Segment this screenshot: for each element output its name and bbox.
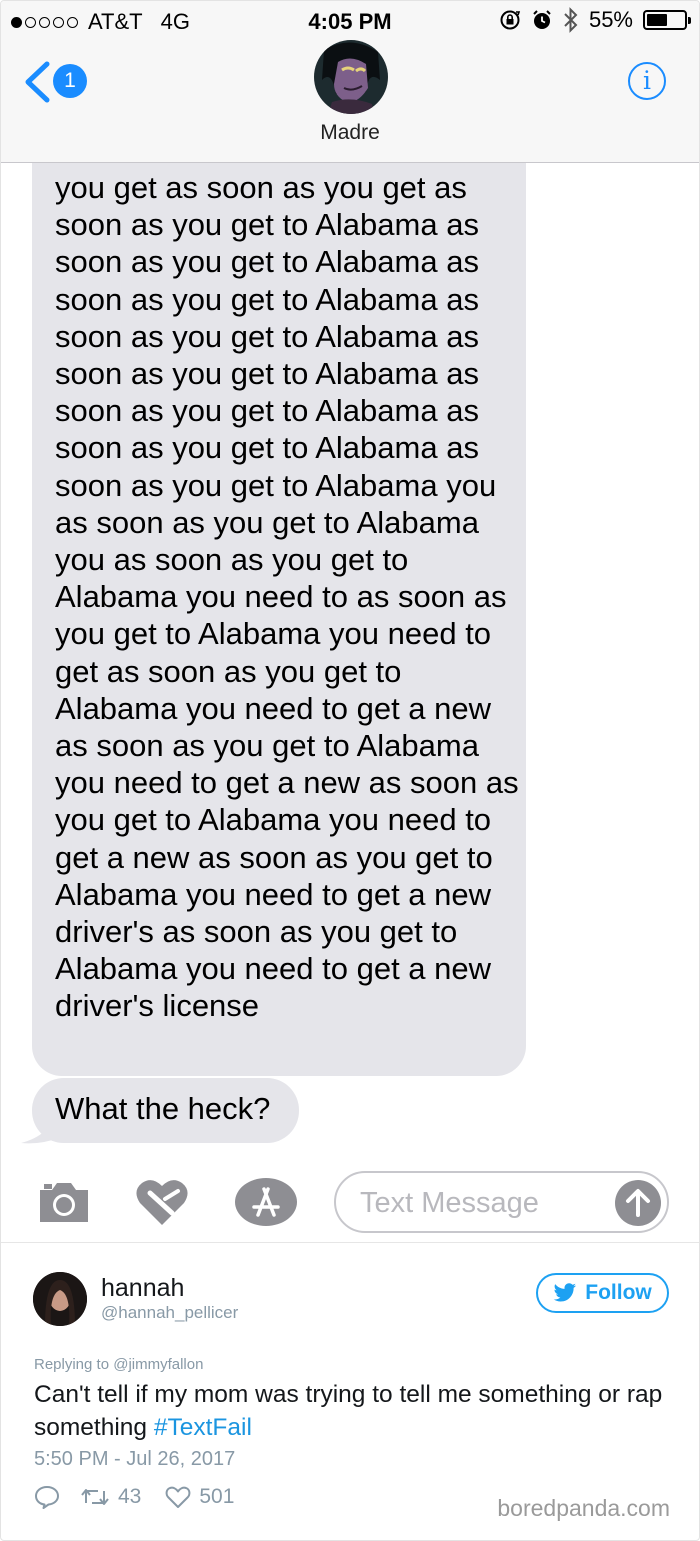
tweet-body: Can't tell if my mom was trying to tell … xyxy=(34,1381,663,1441)
rotation-lock-icon xyxy=(500,10,521,30)
status-bar: AT&T 4G 4:05 PM 55% xyxy=(1,1,699,41)
back-button[interactable]: 1 xyxy=(23,61,89,103)
battery-icon xyxy=(643,10,691,30)
screenshot-frame: AT&T 4G 4:05 PM 55% 1 Madre i you get as… xyxy=(0,0,700,1541)
message-text: you get as soon as you get as soon as yo… xyxy=(55,170,519,1024)
contact-avatar-image xyxy=(314,40,388,114)
text-message-input[interactable] xyxy=(358,1181,592,1225)
hashtag-link[interactable]: #TextFail xyxy=(154,1414,252,1441)
alarm-clock-icon xyxy=(533,10,551,29)
contact-avatar[interactable] xyxy=(314,40,388,114)
divider xyxy=(1,1242,699,1243)
tweet-author-handle[interactable]: @hannah_pellicer xyxy=(101,1303,238,1323)
incoming-message-bubble[interactable]: What the heck? xyxy=(32,1078,299,1143)
tweet-author-avatar[interactable] xyxy=(33,1272,87,1326)
contact-name[interactable]: Madre xyxy=(1,121,699,145)
info-button[interactable]: i xyxy=(628,62,666,100)
battery-percent: 55% xyxy=(588,7,633,32)
follow-label: Follow xyxy=(585,1281,652,1304)
retweet-action[interactable]: 43 xyxy=(80,1485,141,1509)
chevron-left-icon xyxy=(25,61,50,103)
message-text: What the heck? xyxy=(55,1091,271,1126)
status-right: 55% xyxy=(499,7,691,33)
send-button[interactable] xyxy=(615,1180,661,1226)
unread-count-badge: 1 xyxy=(53,64,87,98)
replying-to[interactable]: Replying to @jimmyfallon xyxy=(34,1356,203,1373)
conversation-area[interactable]: you get as soon as you get as soon as yo… xyxy=(1,163,699,1163)
tweet-author-name[interactable]: hannah xyxy=(101,1274,184,1303)
info-icon: i xyxy=(643,66,651,95)
text-message-field[interactable] xyxy=(334,1171,669,1233)
watermark: boredpanda.com xyxy=(497,1495,670,1521)
heart-icon xyxy=(165,1486,191,1508)
digital-touch-icon[interactable] xyxy=(134,1177,190,1227)
like-count: 501 xyxy=(199,1485,235,1508)
messages-header: AT&T 4G 4:05 PM 55% 1 Madre i xyxy=(1,1,699,163)
tweet-actions: 43 501 xyxy=(34,1485,234,1509)
tweet-timestamp[interactable]: 5:50 PM - Jul 26, 2017 xyxy=(34,1448,235,1471)
app-store-icon[interactable] xyxy=(234,1177,298,1227)
reply-icon xyxy=(35,1486,59,1509)
send-arrow-icon xyxy=(626,1189,650,1217)
follow-button[interactable]: Follow xyxy=(536,1273,669,1313)
camera-icon[interactable] xyxy=(36,1180,92,1224)
message-input-bar xyxy=(1,1163,699,1243)
tweet-text: Can't tell if my mom was trying to tell … xyxy=(34,1378,684,1444)
reply-action[interactable] xyxy=(34,1485,60,1509)
retweet-count: 43 xyxy=(118,1485,142,1508)
retweet-icon xyxy=(81,1489,109,1505)
bluetooth-icon xyxy=(564,7,578,33)
avatar-image xyxy=(33,1272,87,1326)
like-action[interactable]: 501 xyxy=(165,1485,234,1509)
twitter-bird-icon xyxy=(553,1283,577,1302)
